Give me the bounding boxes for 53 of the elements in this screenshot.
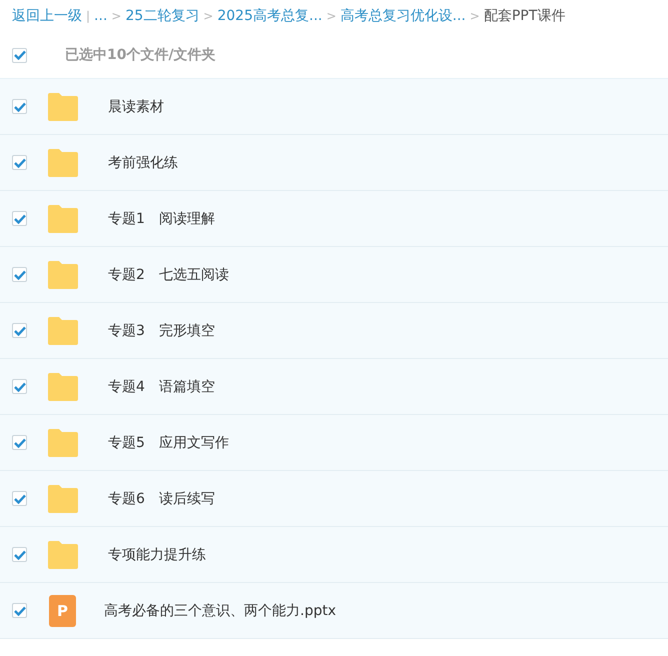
- breadcrumb-separator: >: [203, 9, 214, 23]
- breadcrumb-link[interactable]: 高考总复习优化设...: [340, 7, 466, 25]
- file-row[interactable]: 考前强化练: [0, 135, 668, 191]
- file-name: 专题4 语篇填空: [108, 378, 215, 396]
- breadcrumb-separator: >: [326, 9, 336, 23]
- folder-icon: [46, 538, 80, 570]
- folder-icon: [46, 370, 80, 402]
- checkbox[interactable]: [12, 603, 27, 618]
- folder-icon: [46, 146, 80, 178]
- file-name: 专题1 阅读理解: [108, 210, 215, 228]
- checkbox[interactable]: [12, 435, 27, 450]
- breadcrumb-link[interactable]: 25二轮复习: [125, 7, 200, 25]
- file-row[interactable]: 专题4 语篇填空: [0, 359, 668, 415]
- breadcrumb-separator: >: [111, 9, 122, 23]
- back-link[interactable]: 返回上一级: [12, 7, 82, 25]
- folder-icon: [46, 258, 80, 290]
- file-row[interactable]: 专项能力提升练: [0, 527, 668, 583]
- file-row[interactable]: 专题2 七选五阅读: [0, 247, 668, 303]
- file-name: 专题5 应用文写作: [108, 434, 229, 452]
- file-name: 考前强化练: [108, 154, 178, 172]
- presentation-icon: P: [49, 594, 76, 626]
- checkbox[interactable]: [12, 547, 27, 562]
- breadcrumb-link[interactable]: 2025高考总复...: [217, 7, 322, 25]
- checkbox[interactable]: [12, 323, 27, 338]
- checkbox[interactable]: [12, 491, 27, 506]
- file-name: 专题3 完形填空: [108, 322, 215, 340]
- file-row[interactable]: 晨读素材: [0, 79, 668, 135]
- folder-icon: [46, 482, 80, 514]
- file-row[interactable]: 专题1 阅读理解: [0, 191, 668, 247]
- breadcrumb-link[interactable]: ...: [94, 8, 108, 24]
- checkbox[interactable]: [12, 267, 27, 282]
- file-row[interactable]: 专题3 完形填空: [0, 303, 668, 359]
- breadcrumb-separator: >: [470, 9, 480, 23]
- divider-text: |: [86, 9, 90, 23]
- file-row[interactable]: P 高考必备的三个意识、两个能力.pptx: [0, 583, 668, 639]
- file-name: 专项能力提升练: [108, 546, 206, 564]
- checkbox[interactable]: [12, 48, 27, 62]
- folder-icon: [46, 426, 80, 458]
- file-row[interactable]: 专题5 应用文写作: [0, 415, 668, 471]
- folder-icon: [46, 90, 80, 122]
- folder-icon: [46, 202, 80, 234]
- file-name: 专题2 七选五阅读: [108, 266, 229, 284]
- file-name: 晨读素材: [108, 98, 164, 116]
- file-name: 专题6 读后续写: [108, 490, 215, 508]
- folder-icon: [46, 314, 80, 346]
- file-row[interactable]: 专题6 读后续写: [0, 471, 668, 527]
- current-folder: 配套PPT课件: [484, 7, 566, 25]
- file-name: 高考必备的三个意识、两个能力.pptx: [104, 602, 336, 620]
- selection-count: 已选中10个文件/文件夹: [65, 46, 216, 64]
- checkbox[interactable]: [12, 211, 27, 226]
- checkbox[interactable]: [12, 99, 27, 114]
- checkbox[interactable]: [12, 155, 27, 170]
- checkbox[interactable]: [12, 379, 27, 394]
